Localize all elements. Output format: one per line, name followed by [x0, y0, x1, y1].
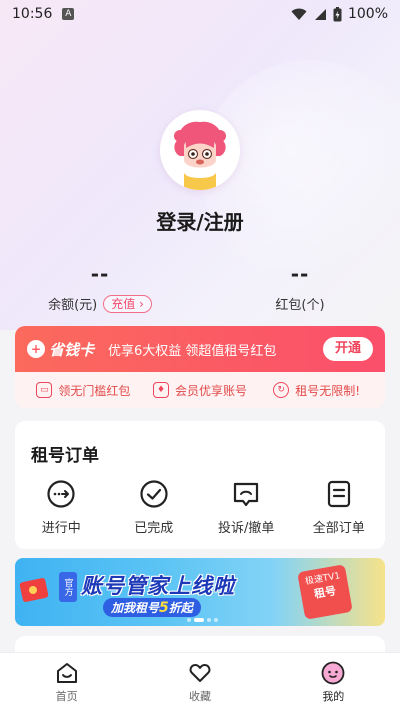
status-bar: 10:56 A 100%	[0, 0, 400, 28]
signal-icon	[314, 8, 326, 20]
banner-title: 账号管家上线啦	[81, 574, 235, 598]
heart-icon	[189, 664, 211, 682]
completed-icon	[140, 480, 168, 508]
login-register-link[interactable]: 登录/注册	[0, 206, 400, 235]
rental-card-illustration: 极速TV1 租号	[297, 564, 353, 620]
balance-value: --	[90, 262, 110, 286]
carousel-dot	[187, 618, 191, 622]
carousel-indicator	[187, 618, 218, 622]
order-completed[interactable]: 已完成	[108, 479, 201, 536]
plus-icon: +	[27, 340, 45, 358]
coupon-icon: ▭	[36, 382, 53, 398]
saving-card-header: + 省钱卡 优享6大权益 领超值租号红包 开通	[15, 326, 385, 372]
order-complaint[interactable]: 投诉/撤单	[200, 479, 293, 536]
tab-home[interactable]: 首页	[0, 653, 133, 710]
tab-mine[interactable]: 我的	[267, 653, 400, 710]
rental-orders-card: 租号订单 进行中 已完成 投诉/撤单 全部订单	[15, 421, 385, 549]
banner-subtitle: 加我租号5折起	[103, 598, 201, 617]
saving-card-logo: + 省钱卡	[27, 339, 94, 360]
all-orders-icon	[327, 480, 350, 508]
carousel-dot-active	[194, 618, 204, 622]
profile-face-icon	[321, 661, 345, 685]
red-packet-stat[interactable]: -- 红包(个)	[200, 262, 400, 313]
red-packet-label: 红包(个)	[275, 298, 325, 313]
red-packet-value: --	[290, 262, 310, 286]
battery-charging-icon	[333, 6, 342, 21]
app-indicator-icon: A	[62, 8, 75, 20]
balance-stat[interactable]: -- 余额(元) 充值 ›	[0, 262, 200, 313]
benefit-item: ♦ 会员优享账号	[142, 382, 259, 399]
battery-percent: 100%	[347, 6, 388, 22]
saving-card-banner[interactable]: + 省钱卡 优享6大权益 领超值租号红包 开通 ▭ 领无门槛红包 ♦ 会员优享账…	[15, 326, 385, 408]
rental-orders-title: 租号订单	[31, 446, 99, 466]
order-in-progress[interactable]: 进行中	[15, 479, 108, 536]
saving-card-description: 优享6大权益 领超值租号红包	[108, 343, 277, 359]
complaint-icon	[234, 482, 259, 507]
carousel-dot	[207, 618, 211, 622]
avatar[interactable]	[160, 110, 240, 190]
member-icon: ♦	[153, 382, 169, 398]
status-icons: 100%	[291, 6, 388, 22]
carousel-dot	[214, 618, 218, 622]
official-tag: 官方	[59, 572, 77, 602]
envelope-decoration	[19, 578, 49, 602]
account-manager-banner[interactable]: 官方 账号管家上线啦 加我租号5折起 极速TV1 租号	[15, 558, 385, 626]
in-progress-icon	[47, 480, 75, 508]
refresh-icon: ↻	[273, 382, 290, 398]
balance-label: 余额(元)	[48, 298, 98, 313]
tab-favorites[interactable]: 收藏	[133, 653, 266, 710]
recharge-button[interactable]: 充值 ›	[103, 294, 152, 313]
status-time: 10:56	[12, 6, 53, 22]
order-all[interactable]: 全部订单	[293, 479, 386, 536]
benefit-item: ▭ 领无门槛红包	[25, 382, 142, 399]
vip-benefits: ▭ 领无门槛红包 ♦ 会员优享账号 ↻ 租号无限制!	[15, 372, 385, 408]
benefit-item: ↻ 租号无限制!	[258, 382, 375, 399]
bottom-tab-bar: 首页 收藏 我的	[0, 652, 400, 710]
lion-mascot-avatar-icon	[160, 110, 240, 190]
wifi-icon	[291, 8, 307, 20]
open-vip-button[interactable]: 开通	[322, 337, 373, 361]
home-icon	[56, 663, 77, 683]
